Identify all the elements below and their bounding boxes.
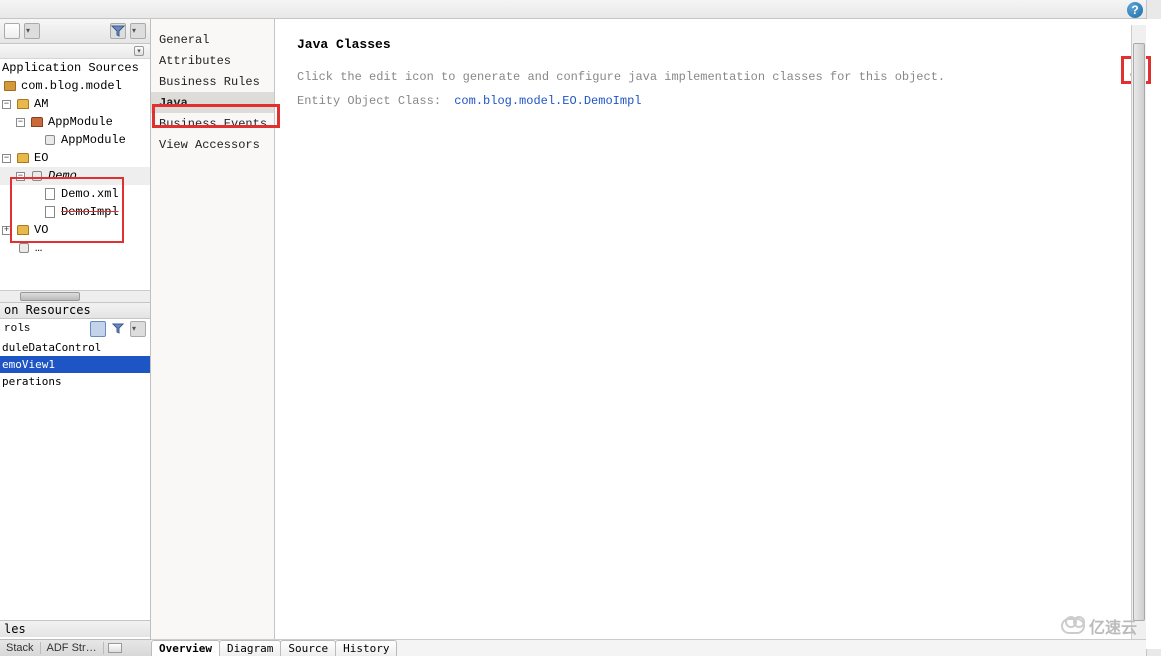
package-node[interactable]: com.blog.model bbox=[0, 77, 150, 95]
entity-icon bbox=[29, 169, 45, 183]
tree-label: AM bbox=[34, 97, 48, 111]
tree-label: Demo.xml bbox=[61, 187, 119, 201]
filter-dropdown-icon[interactable]: ▾ bbox=[134, 46, 144, 56]
tree-label: … bbox=[35, 241, 42, 255]
tree-label: com.blog.model bbox=[21, 79, 122, 93]
appmodule-child[interactable]: AppModule bbox=[0, 131, 150, 149]
bottom-tabs-left: Stack ADF Str… bbox=[0, 639, 151, 656]
java-file-icon bbox=[42, 205, 58, 219]
nav-general[interactable]: General bbox=[151, 29, 274, 50]
xml-file-icon bbox=[42, 187, 58, 201]
demo-xml-node[interactable]: Demo.xml bbox=[0, 185, 150, 203]
am-folder[interactable]: − AM bbox=[0, 95, 150, 113]
nav-java[interactable]: Java bbox=[151, 92, 274, 113]
nav-business-rules[interactable]: Business Rules bbox=[151, 71, 274, 92]
resources-header[interactable]: on Resources bbox=[0, 302, 150, 319]
project-menu-icon[interactable] bbox=[24, 23, 40, 39]
top-toolbar bbox=[0, 0, 1161, 19]
vo-child[interactable]: … bbox=[0, 239, 150, 257]
hint-text: Click the edit icon to generate and conf… bbox=[297, 70, 1139, 84]
tree-label: AppModule bbox=[48, 115, 113, 129]
project-tree[interactable]: Application Sources com.blog.model − AM … bbox=[0, 59, 150, 290]
dc-item-selected[interactable]: emoView1 bbox=[0, 356, 150, 373]
folder-icon bbox=[15, 97, 31, 111]
content-pane: Java Classes Click the edit icon to gene… bbox=[275, 19, 1161, 649]
nav-view-accessors[interactable]: View Accessors bbox=[151, 134, 274, 155]
help-button[interactable]: ? bbox=[1127, 2, 1143, 18]
entity-class-link[interactable]: com.blog.model.EO.DemoImpl bbox=[454, 94, 641, 108]
controls-label: rols bbox=[4, 323, 30, 335]
tree-label: AppModule bbox=[61, 133, 126, 147]
funnel-icon[interactable] bbox=[112, 323, 124, 335]
dc-item[interactable]: duleDataControl bbox=[0, 339, 150, 356]
files-header[interactable]: les bbox=[0, 620, 150, 637]
app-sources-node[interactable]: Application Sources bbox=[0, 59, 150, 77]
folder-icon bbox=[15, 151, 31, 165]
cloud-icon bbox=[1061, 618, 1085, 634]
search-icon[interactable] bbox=[4, 23, 20, 39]
tree-hscrollbar[interactable] bbox=[0, 290, 150, 302]
editor-tabs: Overview Diagram Source History bbox=[151, 639, 1146, 656]
tree-label: EO bbox=[34, 151, 48, 165]
datacontrols-toolbar: rols bbox=[0, 319, 150, 339]
nav-attributes[interactable]: Attributes bbox=[151, 50, 274, 71]
eo-folder[interactable]: − EO bbox=[0, 149, 150, 167]
project-filter-bar: ▾ bbox=[0, 44, 150, 59]
datacontrols-tree[interactable]: duleDataControl emoView1 perations bbox=[0, 339, 150, 390]
minimize-icon[interactable] bbox=[108, 643, 122, 653]
overview-nav: General Attributes Business Rules Java B… bbox=[151, 19, 275, 649]
editor-vscrollbar[interactable] bbox=[1131, 25, 1146, 639]
node-icon bbox=[16, 241, 32, 255]
tab-overview[interactable]: Overview bbox=[151, 640, 220, 656]
refresh-icon[interactable] bbox=[90, 321, 106, 337]
package-icon bbox=[2, 79, 18, 93]
node-icon bbox=[42, 133, 58, 147]
tab-source[interactable]: Source bbox=[280, 640, 336, 656]
demo-node[interactable]: − Demo bbox=[0, 167, 150, 185]
tree-label: Application Sources bbox=[2, 61, 139, 75]
demo-impl-node[interactable]: DemoImpl bbox=[0, 203, 150, 221]
appmodule-node[interactable]: − AppModule bbox=[0, 113, 150, 131]
tab-history[interactable]: History bbox=[335, 640, 397, 656]
module-icon bbox=[29, 115, 45, 129]
funnel-icon[interactable] bbox=[110, 23, 126, 39]
tab-adf-structure[interactable]: ADF Str… bbox=[41, 642, 104, 654]
project-toolbar bbox=[0, 19, 150, 44]
view-menu-icon[interactable] bbox=[130, 23, 146, 39]
entity-class-row: Entity Object Class: com.blog.model.EO.D… bbox=[297, 94, 1139, 108]
entity-class-label: Entity Object Class: bbox=[297, 94, 441, 108]
tree-label: Demo bbox=[48, 169, 77, 183]
tab-stack[interactable]: Stack bbox=[0, 642, 41, 654]
page-title: Java Classes bbox=[297, 37, 1139, 52]
view-menu-icon[interactable] bbox=[130, 321, 146, 337]
nav-business-events[interactable]: Business Events bbox=[151, 113, 274, 134]
tree-label: DemoImpl bbox=[61, 205, 119, 219]
tab-diagram[interactable]: Diagram bbox=[219, 640, 281, 656]
folder-icon bbox=[15, 223, 31, 237]
dc-item[interactable]: perations bbox=[0, 373, 150, 390]
tree-label: VO bbox=[34, 223, 48, 237]
vo-folder[interactable]: + VO bbox=[0, 221, 150, 239]
project-panel: ▾ Application Sources com.blog.model − A… bbox=[0, 19, 151, 649]
watermark: 亿速云 bbox=[1061, 614, 1137, 638]
